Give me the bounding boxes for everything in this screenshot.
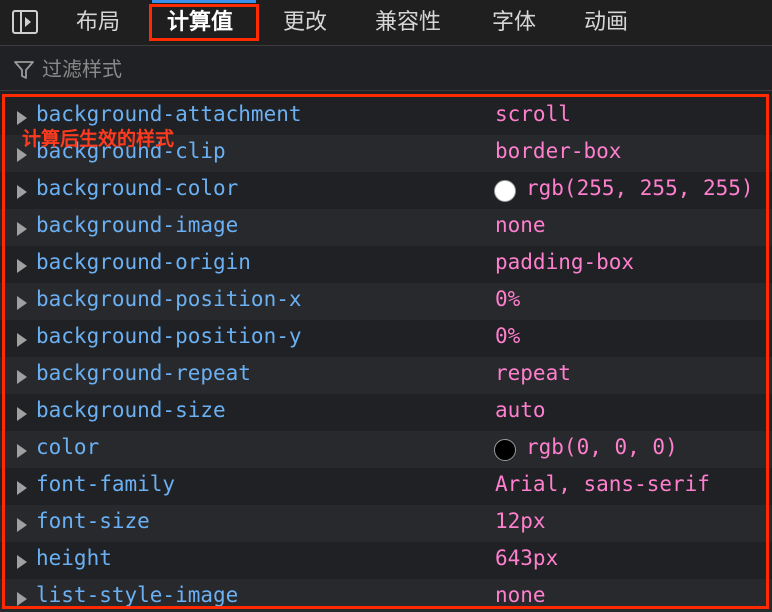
expand-triangle-icon[interactable] [17, 185, 27, 199]
property-value: scroll [495, 102, 571, 126]
property-name: background-size [36, 398, 226, 422]
expand-triangle-icon[interactable] [17, 296, 27, 310]
expand-triangle-icon[interactable] [17, 592, 27, 606]
property-row[interactable]: background-size auto [0, 394, 772, 431]
property-value: 12px [495, 509, 546, 533]
tab-layout[interactable]: 布局 [76, 6, 120, 40]
property-name: background-position-x [36, 287, 302, 311]
property-row[interactable]: height 643px [0, 542, 772, 579]
tab-fonts[interactable]: 字体 [492, 6, 536, 40]
expand-triangle-icon[interactable] [17, 481, 27, 495]
active-tab-indicator [152, 0, 256, 3]
property-name: background-image [36, 213, 239, 237]
property-value: Arial, sans-serif [495, 472, 710, 496]
color-swatch-icon[interactable] [494, 439, 516, 461]
property-value: auto [495, 398, 546, 422]
expand-triangle-icon[interactable] [17, 111, 27, 125]
property-value: none [495, 583, 546, 607]
tab-compatibility[interactable]: 兼容性 [375, 6, 441, 40]
property-row[interactable]: background-position-x 0% [0, 283, 772, 320]
property-row[interactable]: background-image none [0, 209, 772, 246]
tab-highlight-box [149, 4, 259, 41]
property-name: list-style-image [36, 583, 239, 607]
property-row[interactable]: font-family Arial, sans-serif [0, 468, 772, 505]
property-row[interactable]: list-style-image none [0, 579, 772, 612]
property-name: color [36, 435, 100, 459]
property-name: height [36, 546, 112, 570]
expand-triangle-icon[interactable] [17, 518, 27, 532]
property-value: rgb(255, 255, 255) [526, 176, 754, 200]
property-row[interactable]: background-color rgb(255, 255, 255) [0, 172, 772, 209]
filter-icon [14, 61, 34, 79]
property-name: background-position-y [36, 324, 302, 348]
expand-triangle-icon[interactable] [17, 444, 27, 458]
expand-triangle-icon[interactable] [17, 370, 27, 384]
annotation-label: 计算后生效的样式 [22, 128, 175, 150]
property-value: border-box [495, 139, 622, 163]
color-swatch-icon[interactable] [494, 180, 516, 202]
property-name: background-color [36, 176, 239, 200]
property-row[interactable]: background-position-y 0% [0, 320, 772, 357]
property-value: 0% [495, 287, 521, 311]
property-value: 0% [495, 324, 521, 348]
property-value: rgb(0, 0, 0) [526, 435, 678, 459]
computed-properties-list: background-attachment scroll background-cl… [0, 96, 772, 612]
expand-triangle-icon[interactable] [17, 333, 27, 347]
property-value: 643px [495, 546, 559, 570]
toggle-sidebar-icon[interactable] [12, 10, 38, 34]
filter-bar [0, 47, 772, 91]
expand-triangle-icon[interactable] [17, 222, 27, 236]
property-row[interactable]: color rgb(0, 0, 0) [0, 431, 772, 468]
property-row[interactable]: font-size 12px [0, 505, 772, 542]
property-row[interactable]: background-origin padding-box [0, 246, 772, 283]
property-name: background-repeat [36, 361, 251, 385]
tab-animations[interactable]: 动画 [584, 6, 628, 40]
expand-triangle-icon[interactable] [17, 407, 27, 421]
property-name: font-size [36, 509, 150, 533]
property-value: padding-box [495, 250, 635, 274]
property-row[interactable]: background-repeat repeat [0, 357, 772, 394]
tab-changes[interactable]: 更改 [283, 6, 327, 40]
property-name: background-origin [36, 250, 251, 274]
property-value: repeat [495, 361, 571, 385]
expand-triangle-icon[interactable] [17, 555, 27, 569]
property-name: font-family [36, 472, 176, 496]
expand-triangle-icon[interactable] [17, 259, 27, 273]
property-name: background-attachment [36, 102, 302, 126]
filter-input[interactable] [42, 53, 442, 85]
property-value: none [495, 213, 546, 237]
tab-bar: 布局 计算值 更改 兼容性 字体 动画 [0, 0, 772, 46]
